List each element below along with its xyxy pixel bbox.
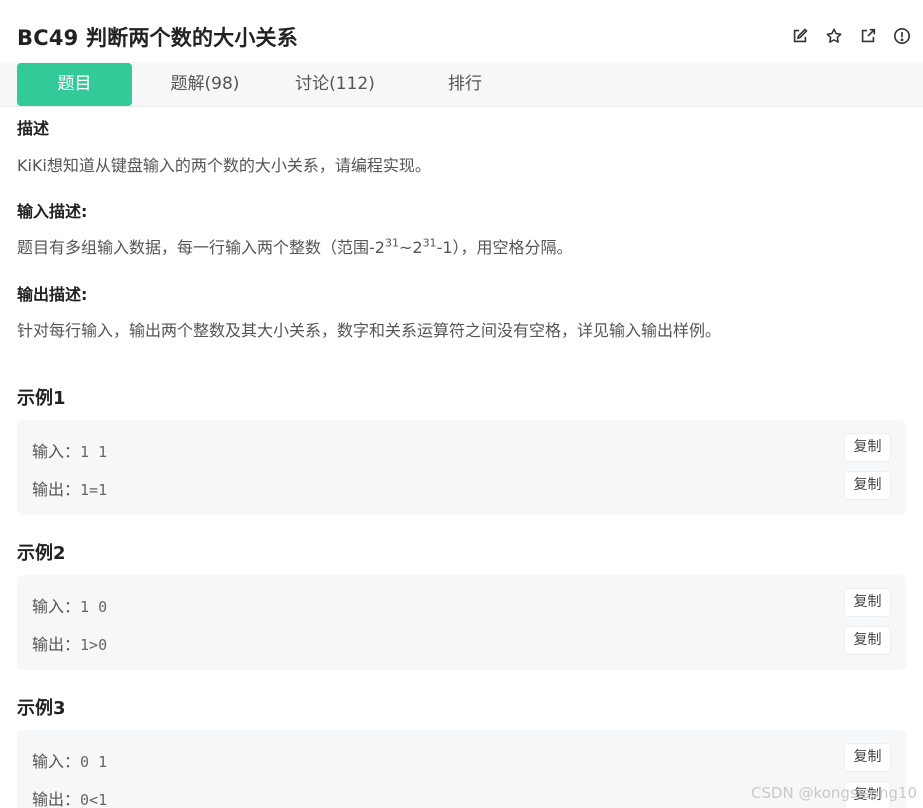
example-1-box: 输入：1 1 复制 输出：1=1 复制	[17, 420, 906, 515]
watermark: CSDN @kongsisong10	[751, 784, 917, 802]
problem-title: BC49 判断两个数的大小关系	[17, 26, 298, 50]
tab-ranking[interactable]: 排行	[410, 62, 520, 107]
copy-button[interactable]: 复制	[845, 627, 890, 654]
example-2-output: 输出：1>0	[32, 635, 108, 654]
tab-problem[interactable]: 题目	[17, 63, 132, 106]
example-1-input: 输入：1 1	[32, 442, 108, 461]
copy-button[interactable]: 复制	[845, 434, 890, 461]
example-1-title: 示例1	[17, 388, 66, 409]
tab-discussion[interactable]: 讨论(112)	[280, 62, 390, 107]
example-3-input: 输入：0 1	[32, 752, 108, 771]
example-3-output: 输出：0<1	[32, 790, 108, 808]
info-icon[interactable]	[885, 25, 919, 47]
copy-button[interactable]: 复制	[845, 589, 890, 616]
description-text: KiKi想知道从键盘输入的两个数的大小关系，请编程实现。	[17, 156, 431, 175]
input-desc-text: 题目有多组输入数据，每一行输入两个整数（范围-231~231-1），用空格分隔。	[17, 236, 573, 257]
copy-button[interactable]: 复制	[845, 744, 890, 771]
description-heading: 描述	[17, 119, 50, 138]
external-link-icon[interactable]	[851, 25, 885, 47]
copy-button[interactable]: 复制	[845, 472, 890, 499]
example-2-box: 输入：1 0 复制 输出：1>0 复制	[17, 575, 906, 670]
output-desc-text: 针对每行输入，输出两个整数及其大小关系，数字和关系运算符之间没有空格，详见输入输…	[17, 321, 722, 340]
tab-solutions[interactable]: 题解(98)	[150, 62, 260, 107]
example-3-title: 示例3	[17, 698, 66, 719]
example-2-input: 输入：1 0	[32, 597, 108, 616]
input-desc-heading: 输入描述:	[17, 202, 88, 221]
edit-icon[interactable]	[783, 25, 817, 47]
problem-header: BC49 判断两个数的大小关系	[0, 0, 923, 62]
tab-bar: 题目 题解(98) 讨论(112) 排行	[0, 62, 923, 107]
example-1-output: 输出：1=1	[32, 480, 108, 499]
header-actions	[783, 25, 919, 47]
star-icon[interactable]	[817, 25, 851, 47]
output-desc-heading: 输出描述:	[17, 285, 88, 304]
example-2-title: 示例2	[17, 543, 66, 564]
